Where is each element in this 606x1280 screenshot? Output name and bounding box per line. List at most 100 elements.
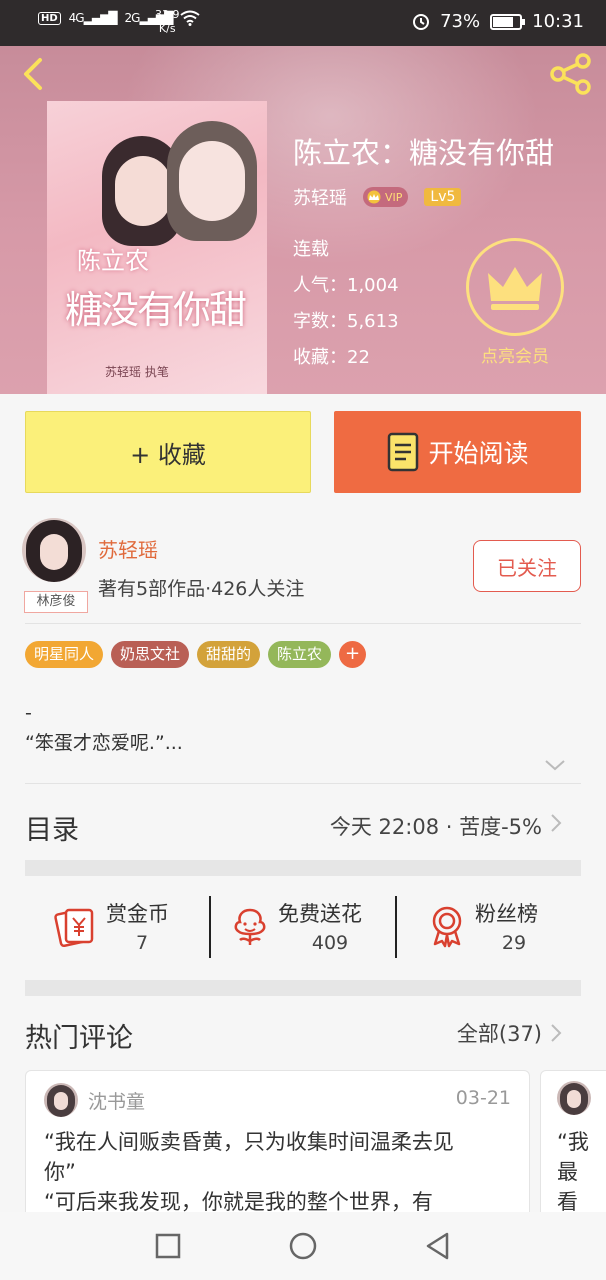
book-header: 陈立农 糖没有你甜 苏轻瑶 执笔 陈立农：糖没有你甜 苏轻瑶 VIP Lv5 连…: [0, 46, 606, 394]
book-favorites: 收藏：22: [293, 347, 370, 368]
back-icon[interactable]: [14, 54, 54, 94]
section-separator: [25, 860, 581, 876]
add-tag-button[interactable]: +: [339, 641, 367, 668]
reward-fans[interactable]: 粉丝榜 29: [425, 896, 606, 960]
cover-title-line1: 陈立农: [77, 247, 149, 275]
vip-crown-ring: [466, 238, 564, 336]
tag-item[interactable]: 明星同人: [25, 641, 104, 668]
crown-icon: [488, 267, 542, 310]
book-word-count: 字数：5,613: [293, 311, 399, 332]
recents-icon[interactable]: [152, 1230, 184, 1262]
reward-label: 粉丝榜: [475, 902, 538, 926]
book-cover[interactable]: 陈立农 糖没有你甜 苏轻瑶 执笔: [47, 101, 267, 394]
vip-badge: VIP: [363, 187, 409, 207]
crown-icon: [367, 190, 381, 204]
comment-line: “我: [557, 1130, 589, 1154]
wifi-icon: [180, 10, 201, 26]
status-right: 73% 10:31: [412, 11, 584, 32]
chevron-right-icon[interactable]: [550, 813, 562, 833]
flower-icon: [234, 908, 266, 945]
comment-text: “我在人间贩卖昏黄，只为收集时间温柔去见 你” “可后来我发现，你就是我的整个世…: [44, 1127, 514, 1217]
chevron-right-icon[interactable]: [550, 1023, 562, 1043]
reward-count: 7: [135, 932, 149, 954]
section-separator: [25, 980, 581, 996]
alarm-icon: [413, 13, 430, 30]
avatar-tag: 林彦俊: [24, 591, 88, 613]
tag-list: 明星同人 奶思文社 甜甜的 陈立农 +: [25, 641, 367, 668]
reward-label: 免费送花: [278, 902, 362, 926]
start-reading-label: 开始阅读: [428, 439, 529, 468]
level-badge: Lv5: [424, 188, 462, 206]
book-stats: 连载 人气：1,004 字数：5,613 收藏：22: [293, 232, 399, 376]
commenter-avatar[interactable]: [44, 1083, 78, 1117]
reward-count: 29: [501, 932, 527, 954]
catalog-title[interactable]: 目录: [25, 808, 79, 847]
comment-line: 你”: [44, 1160, 76, 1184]
book-title: 陈立农：糖没有你甜: [293, 136, 555, 170]
avatar-face: [40, 534, 68, 570]
cover-figure-face: [179, 141, 245, 221]
speed-unit: K/s: [158, 22, 176, 35]
separator: [209, 896, 211, 958]
status-bar: HD 4G▂▄▆█ 2G▂▄▆█ 33.9 K/s 73% 10:31: [0, 0, 606, 46]
avatar-face: [567, 1090, 581, 1108]
comment-card[interactable]: 沈书童 03-21 “我在人间贩卖昏黄，只为收集时间温柔去见 你” “可后来我发…: [25, 1070, 530, 1230]
signal-4g-label: 4G: [68, 11, 85, 25]
cover-title-line2: 糖没有你甜: [65, 288, 247, 332]
tag-item[interactable]: 甜甜的: [197, 641, 261, 668]
reward-label: 赏金币: [106, 902, 169, 926]
signal-2g-label: 2G: [124, 11, 141, 25]
cover-figure-face: [115, 156, 171, 226]
comment-text: “我 最 看: [557, 1127, 589, 1217]
description-line: “笨蛋才恋爱呢.”...: [25, 732, 183, 754]
cover-author: 苏轻瑶 执笔: [105, 365, 169, 379]
battery-icon: [490, 13, 526, 30]
commenter-name[interactable]: 沈书童: [88, 1087, 145, 1114]
start-reading-button[interactable]: 开始阅读: [334, 411, 581, 493]
vip-promo-button[interactable]: 点亮会员: [466, 238, 564, 367]
comment-date: 03-21: [455, 1087, 511, 1109]
tag-item[interactable]: 奶思文社: [111, 641, 190, 668]
vip-label: VIP: [385, 190, 403, 204]
all-comments-link[interactable]: 全部(37): [457, 1018, 542, 1048]
speed-value: 33.9: [155, 8, 180, 21]
battery-percent: 73%: [440, 11, 481, 32]
back-nav-icon[interactable]: [422, 1230, 454, 1262]
comment-line: “我在人间贩卖昏黄，只为收集时间温柔去见: [44, 1130, 454, 1154]
book-description[interactable]: - “笨蛋才恋爱呢.”...: [25, 698, 183, 758]
description-line: -: [25, 702, 32, 724]
author-info: 著有5部作品·426人关注: [98, 578, 305, 600]
book-popularity: 人气：1,004: [293, 275, 399, 296]
author-name[interactable]: 苏轻瑶: [98, 534, 158, 563]
author-avatar[interactable]: [22, 518, 86, 582]
signal-4g-icon: 4G▂▄▆█: [68, 11, 118, 25]
chevron-down-icon[interactable]: [544, 758, 566, 772]
home-icon[interactable]: [287, 1230, 319, 1262]
catalog-update[interactable]: 今天 22:08 · 苦度-5%: [330, 811, 542, 841]
tag-item[interactable]: 陈立农: [268, 641, 332, 668]
book-author[interactable]: 苏轻瑶: [293, 184, 347, 210]
comment-line: 最: [557, 1160, 578, 1184]
commenter-avatar[interactable]: [557, 1081, 591, 1115]
comment-card[interactable]: “我 最 看: [540, 1070, 606, 1230]
clock: 10:31: [532, 11, 584, 32]
vip-promo-label: 点亮会员: [481, 347, 549, 367]
book-icon: [388, 432, 419, 472]
book-author-row: 苏轻瑶 VIP Lv5: [293, 184, 462, 210]
red-envelope-icon: [54, 908, 94, 948]
comments-title: 热门评论: [25, 1023, 133, 1054]
hd-icon: HD: [38, 11, 61, 25]
network-speed: 33.9 K/s: [155, 8, 180, 36]
avatar-face: [54, 1092, 68, 1110]
collect-button[interactable]: + 收藏: [25, 411, 311, 493]
divider: [25, 623, 581, 624]
share-icon[interactable]: [548, 52, 594, 96]
system-nav-bar: [0, 1212, 606, 1280]
reward-count: 409: [311, 932, 349, 954]
divider: [25, 783, 581, 784]
reward-flowers[interactable]: 免费送花 409: [228, 896, 413, 960]
medal-icon: [432, 906, 462, 948]
follow-button[interactable]: 已关注: [473, 540, 581, 592]
book-status: 连载: [293, 239, 329, 260]
separator: [395, 896, 397, 958]
